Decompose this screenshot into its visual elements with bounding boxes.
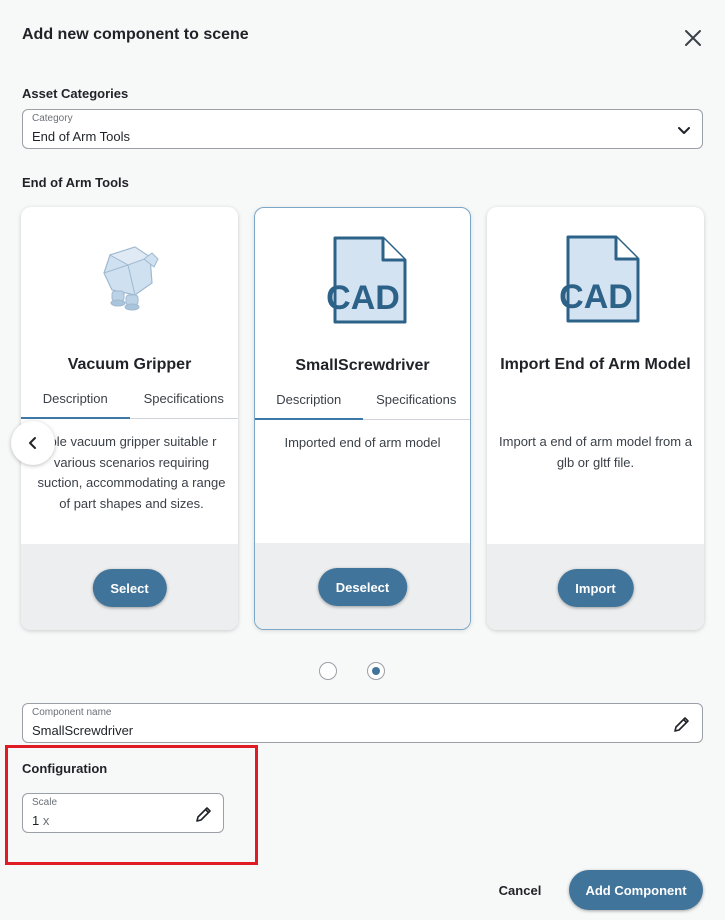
card-description: Imported end of arm model <box>284 435 441 450</box>
deselect-button[interactable]: Deselect <box>317 568 408 606</box>
tab-specifications[interactable]: Specifications <box>363 391 471 419</box>
card-description: ible vacuum gripper suitable r various s… <box>37 434 226 511</box>
card-footer: Select <box>21 544 238 630</box>
card-title: SmallScrewdriver <box>295 357 430 374</box>
carousel-prev-button[interactable] <box>11 421 55 465</box>
highlight-box <box>5 745 258 865</box>
component-name-field[interactable]: Component name SmallScrewdriver <box>22 703 703 743</box>
cad-file-icon: CAD <box>487 235 704 335</box>
asset-categories-heading: Asset Categories <box>22 86 129 101</box>
card-vacuum-gripper[interactable]: Vacuum Gripper Description Specification… <box>21 207 238 630</box>
pagination-dot-1[interactable] <box>319 662 337 680</box>
card-tabs: Description Specifications <box>21 390 238 419</box>
card-footer: Import <box>487 544 704 630</box>
chevron-left-icon <box>29 437 36 449</box>
pagination-dot-2[interactable] <box>367 662 385 680</box>
cad-file-icon: CAD <box>255 236 470 336</box>
add-component-button[interactable]: Add Component <box>569 870 703 910</box>
cancel-button[interactable]: Cancel <box>490 871 550 909</box>
component-name-label: Component name <box>32 707 112 718</box>
vacuum-gripper-thumbnail <box>21 235 238 335</box>
category-select[interactable]: Category End of Arm Tools <box>22 109 703 149</box>
svg-text:CAD: CAD <box>559 278 633 316</box>
tab-description[interactable]: Description <box>255 391 363 420</box>
close-icon <box>685 30 701 46</box>
close-button[interactable] <box>680 25 706 51</box>
card-small-screwdriver[interactable]: CAD SmallScrewdriver Description Specifi… <box>254 207 471 630</box>
category-value: End of Arm Tools <box>32 129 131 144</box>
card-import-model[interactable]: CAD Import End of Arm Model Import a end… <box>487 207 704 630</box>
category-label: Category <box>32 113 73 124</box>
card-title: Import End of Arm Model <box>500 356 691 373</box>
svg-text:CAD: CAD <box>326 279 400 317</box>
import-button[interactable]: Import <box>557 569 634 607</box>
card-footer: Deselect <box>255 543 470 629</box>
dialog-title: Add new component to scene <box>22 26 249 43</box>
card-description: Import a end of arm model from a glb or … <box>499 434 692 470</box>
card-tabs: Description Specifications <box>255 391 470 420</box>
component-name-value: SmallScrewdriver <box>32 723 134 738</box>
select-button[interactable]: Select <box>92 569 167 607</box>
chevron-down-icon <box>673 119 695 141</box>
tab-description[interactable]: Description <box>21 390 130 419</box>
tools-section-heading: End of Arm Tools <box>22 175 129 190</box>
card-title: Vacuum Gripper <box>67 356 192 373</box>
tab-specifications[interactable]: Specifications <box>130 390 239 418</box>
pencil-icon[interactable] <box>671 713 693 735</box>
